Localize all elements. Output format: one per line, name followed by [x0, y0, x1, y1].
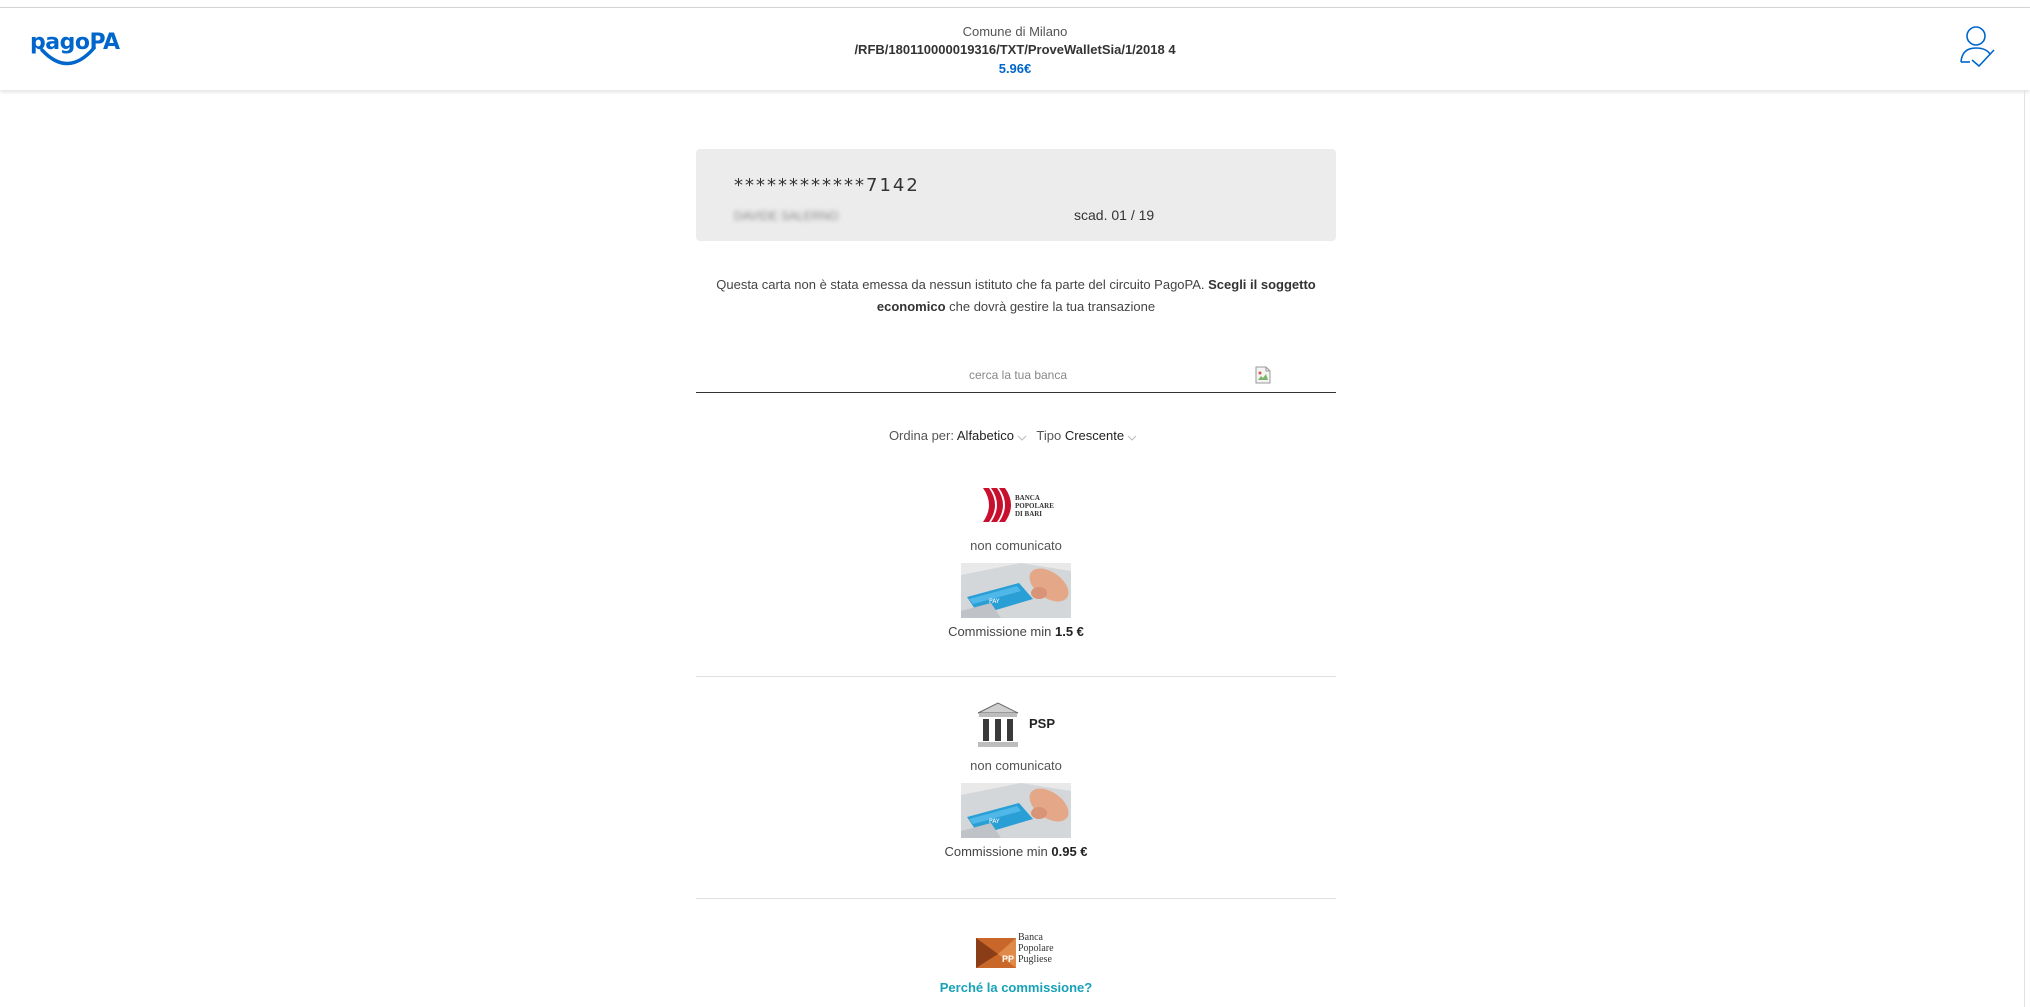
- keyboard-pay-image: PAY: [961, 563, 1071, 618]
- psp-logo-text: PSP: [1029, 716, 1056, 731]
- info-text-end: che dovrà gestire la tua transazione: [945, 299, 1156, 314]
- creditor-entity: Comune di Milano: [962, 24, 1068, 39]
- fee-value: 1.5 €: [1055, 624, 1084, 639]
- psp-status: non comunicato: [970, 758, 1062, 773]
- chevron-down-icon[interactable]: [1127, 429, 1137, 444]
- header: pagoPA Comune di Milano /RFB/18011000001…: [0, 8, 2030, 90]
- logo-swoosh-icon: [40, 46, 96, 66]
- payment-reference: /RFB/180110000019316/TXT/ProveWalletSia/…: [854, 42, 1176, 57]
- psp-fee: Commissione min 0.95 €: [696, 844, 1336, 859]
- card-expiry: scad. 01 / 19: [1074, 207, 1155, 223]
- sort-order-label: Ordina per:: [888, 428, 954, 443]
- scrollbar-track[interactable]: [2024, 90, 2025, 1007]
- info-text-start: Questa carta non è stata emessa da nessu…: [716, 277, 1209, 292]
- payment-summary: Comune di Milano /RFB/180110000019316/TX…: [765, 23, 1265, 78]
- pagopa-logo[interactable]: pagoPA: [30, 30, 120, 74]
- sort-order-select[interactable]: Alfabetico: [957, 428, 1014, 443]
- page: pagoPA Comune di Milano /RFB/18011000001…: [0, 0, 2030, 1007]
- why-commission-link[interactable]: Perché la commissione?: [696, 980, 1336, 995]
- banca-popolare-pugliese-logo: PP Banca Popolare Pugliese: [976, 930, 1056, 970]
- selected-card: ************7142 DAVIDE SALERNO scad. 01…: [696, 149, 1336, 241]
- list-divider: [696, 676, 1336, 677]
- sort-bar: Ordina per: Alfabetico Tipo Crescente: [696, 428, 1336, 444]
- bank-logo-badge: PP: [1002, 954, 1015, 964]
- bank-logo-line: BANCA: [1015, 494, 1040, 502]
- banca-popolare-bari-logo: BANCA POPOLARE DI BARI: [981, 480, 1054, 530]
- bank-logo-line: Popolare: [1018, 943, 1054, 954]
- psp-item-generic[interactable]: PSP non comunicato PAY Commissione min 0…: [696, 700, 1336, 859]
- user-check-icon[interactable]: [1958, 22, 1998, 72]
- fee-value: 0.95 €: [1051, 844, 1088, 859]
- bank-search: [696, 358, 1336, 393]
- sort-type-select[interactable]: Crescente: [1065, 428, 1124, 443]
- psp-fee: Commissione min 1.5 €: [696, 624, 1336, 639]
- broken-image-icon[interactable]: [1254, 366, 1272, 384]
- list-divider: [696, 898, 1336, 899]
- bank-logo-line: Banca: [1018, 932, 1043, 943]
- card-number: ************7142: [734, 175, 920, 196]
- bank-building-icon: [977, 702, 1019, 747]
- bank-logo-line: Pugliese: [1018, 954, 1052, 965]
- bank-logo-line: POPOLARE: [1015, 502, 1054, 510]
- fee-label: Commissione min: [948, 624, 1052, 639]
- card-info-message: Questa carta non è stata emessa da nessu…: [696, 274, 1336, 318]
- fee-label: Commissione min: [944, 844, 1048, 859]
- psp-item-banca-popolare-bari[interactable]: BANCA POPOLARE DI BARI non comunicato PA…: [696, 480, 1336, 639]
- psp-status: non comunicato: [970, 538, 1062, 553]
- keyboard-pay-image: PAY: [961, 783, 1071, 838]
- payment-amount: 5.96€: [998, 61, 1032, 76]
- psp-bank-logo: PSP: [971, 700, 1061, 750]
- bank-search-input[interactable]: [816, 362, 1220, 388]
- chevron-down-icon[interactable]: [1017, 429, 1027, 444]
- bank-logo-line: DI BARI: [1015, 510, 1043, 518]
- card-holder: DAVIDE SALERNO: [734, 209, 839, 223]
- sort-type-label: Tipo: [1036, 428, 1062, 443]
- psp-item-banca-popolare-pugliese[interactable]: PP Banca Popolare Pugliese: [696, 930, 1336, 970]
